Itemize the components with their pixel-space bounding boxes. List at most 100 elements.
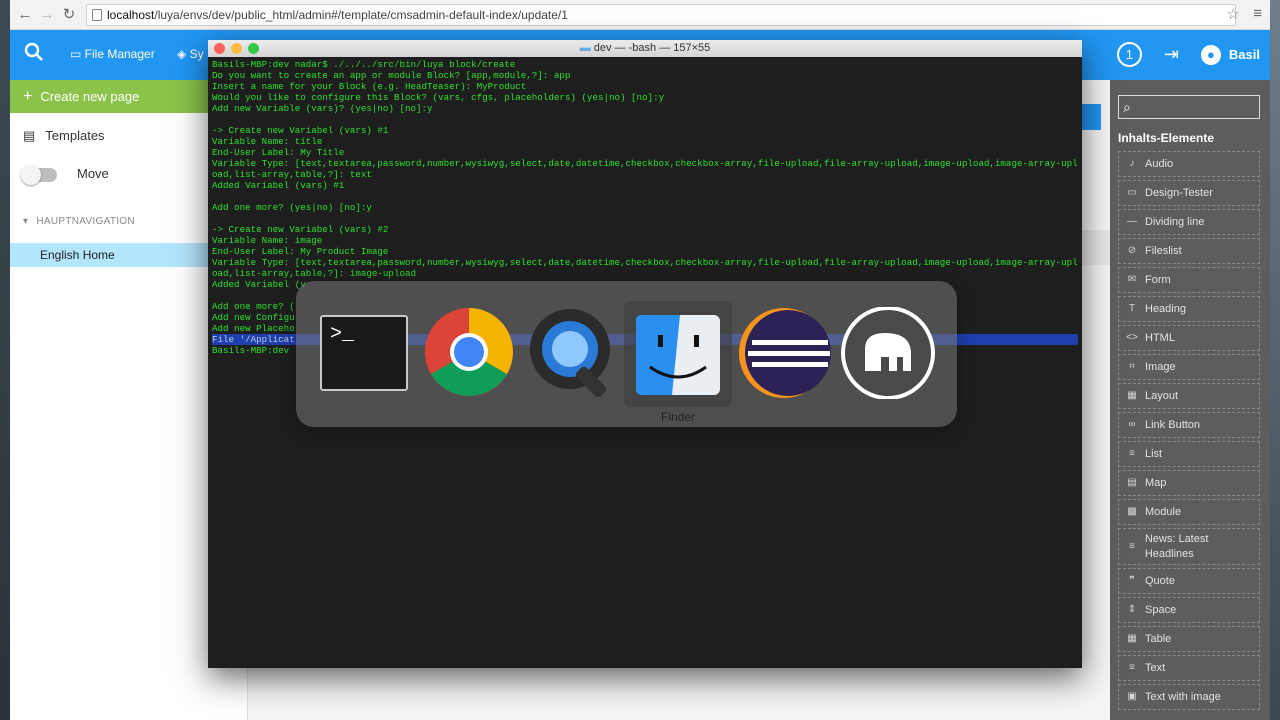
appbar-right: 1 ⇥ ● Basil bbox=[1116, 42, 1260, 67]
block-item[interactable]: ▦ Layout bbox=[1118, 383, 1260, 409]
zoom-button[interactable] bbox=[248, 43, 259, 54]
block-item[interactable]: ≡ Text bbox=[1118, 655, 1260, 681]
reload-icon[interactable]: ↻ bbox=[60, 6, 78, 24]
notification-badge[interactable]: 1 bbox=[1116, 42, 1142, 67]
browser-menu-icon[interactable]: ≡ bbox=[1253, 5, 1262, 22]
block-item[interactable]: ▩ Module bbox=[1118, 499, 1260, 525]
block-item[interactable]: ✉ Form bbox=[1118, 267, 1260, 293]
chrome-app-icon[interactable] bbox=[424, 307, 514, 397]
terminal-line: -> Create new Variabel (vars) #2 bbox=[212, 224, 389, 235]
blocks-title: Inhalts-Elemente bbox=[1118, 131, 1215, 145]
terminal-line: -> Create new Variabel (vars) #1 bbox=[212, 125, 389, 136]
block-item[interactable]: T Heading bbox=[1118, 296, 1260, 322]
file-manager-link[interactable]: ▭ File Manager bbox=[70, 47, 155, 61]
block-icon: ≡ bbox=[1129, 662, 1135, 673]
block-label: Text bbox=[1145, 662, 1166, 674]
user-menu[interactable]: ● Basil bbox=[1200, 44, 1260, 65]
block-label: Table bbox=[1145, 633, 1172, 645]
forward-arrow-icon[interactable]: → bbox=[38, 6, 56, 24]
block-item[interactable]: — Dividing line bbox=[1118, 209, 1260, 235]
app-switcher: >_ Finder bbox=[296, 281, 957, 427]
block-label: Layout bbox=[1145, 390, 1179, 402]
terminal-line: Basils-MBP:dev nadar$ ./../../src/bin/lu… bbox=[212, 59, 516, 70]
block-item[interactable]: ≡ List bbox=[1118, 441, 1260, 467]
block-item[interactable]: ∞ Link Button bbox=[1118, 412, 1260, 438]
block-item[interactable]: ♪ Audio bbox=[1118, 151, 1260, 177]
block-icon: ♪ bbox=[1129, 158, 1135, 169]
block-icon: ▣ bbox=[1127, 691, 1137, 702]
eclipse-app-icon[interactable] bbox=[734, 307, 832, 399]
bookmark-star-icon[interactable]: ☆ bbox=[1227, 5, 1240, 23]
terminal-line: Add new Variable (vars)? (yes|no) [no]:y bbox=[212, 103, 433, 114]
block-item[interactable]: ▦ Table bbox=[1118, 626, 1260, 652]
desktop-left-edge bbox=[0, 0, 10, 720]
search-icon: ⌕ bbox=[1123, 99, 1131, 115]
close-button[interactable] bbox=[214, 43, 225, 54]
block-label: Link Button bbox=[1145, 419, 1201, 431]
terminal-titlebar[interactable]: ▬ dev — -bash — 157×55 bbox=[208, 40, 1082, 57]
block-item[interactable]: ❞ Quote bbox=[1118, 568, 1260, 594]
block-item[interactable]: ▣ Text with image bbox=[1118, 684, 1260, 710]
block-label: Map bbox=[1145, 477, 1167, 489]
url-path: /luya/envs/dev/public_html/admin#/templa… bbox=[154, 8, 568, 22]
block-icon: ▦ bbox=[1127, 390, 1137, 401]
block-label: Audio bbox=[1145, 158, 1174, 170]
terminal-line: Variable Type: [text,textarea,password,n… bbox=[212, 158, 1078, 169]
chevron-down-icon: ▾ bbox=[23, 216, 29, 227]
url-host: localhost bbox=[107, 8, 155, 22]
page-icon bbox=[92, 9, 102, 21]
block-item[interactable]: ▤ Map bbox=[1118, 470, 1260, 496]
selected-app-label: Finder bbox=[660, 410, 695, 424]
block-item[interactable]: ⌗ Image bbox=[1118, 354, 1260, 380]
block-label: Quote bbox=[1145, 575, 1175, 587]
terminal-title: dev — -bash — 157×55 bbox=[593, 42, 711, 54]
avatar: ● bbox=[1200, 44, 1221, 65]
minimize-button[interactable] bbox=[231, 43, 242, 54]
block-icon: ▤ bbox=[1127, 477, 1137, 488]
folder-icon: ▭ bbox=[70, 47, 85, 61]
block-label: List bbox=[1145, 448, 1163, 460]
plus-icon: + bbox=[23, 88, 33, 105]
blocks-search-input[interactable]: ⌕ bbox=[1118, 95, 1260, 119]
system-link[interactable]: ◈ Sy bbox=[177, 47, 204, 61]
block-label: News: Latest Headlines bbox=[1144, 532, 1209, 560]
system-label: Sy bbox=[189, 47, 204, 61]
block-icon: T bbox=[1128, 303, 1136, 314]
browser-toolbar: ← → ↻ localhost/luya/envs/dev/public_htm… bbox=[10, 0, 1270, 30]
block-item[interactable]: ≡ News: Latest Headlines bbox=[1118, 528, 1260, 565]
move-toggle[interactable]: Move bbox=[21, 164, 109, 185]
search-icon[interactable] bbox=[24, 42, 44, 68]
finder-app-icon[interactable] bbox=[636, 315, 720, 395]
terminal-line: Variable Name: image bbox=[212, 235, 323, 246]
block-item[interactable]: <> HTML bbox=[1118, 325, 1260, 351]
templates-link[interactable]: ▤ Templates bbox=[23, 128, 105, 144]
block-icon: ✉ bbox=[1127, 274, 1137, 285]
terminal-line: Do you want to create an app or module B… bbox=[212, 70, 571, 81]
block-item[interactable]: ⊘ Fileslist bbox=[1118, 238, 1260, 264]
block-icon: ≡ bbox=[1128, 541, 1135, 552]
block-label: Fileslist bbox=[1145, 245, 1182, 257]
block-label: Module bbox=[1145, 506, 1182, 518]
block-label: Form bbox=[1145, 274, 1171, 286]
file-manager-label: File Manager bbox=[84, 47, 155, 61]
block-label: Heading bbox=[1145, 303, 1186, 315]
back-arrow-icon[interactable]: ← bbox=[16, 6, 34, 24]
templates-label: Templates bbox=[45, 128, 105, 143]
block-item[interactable]: ⇕ Space bbox=[1118, 597, 1260, 623]
block-icon: ⇕ bbox=[1127, 604, 1137, 615]
address-bar[interactable]: localhost/luya/envs/dev/public_html/admi… bbox=[86, 4, 1236, 26]
mamp-app-icon[interactable] bbox=[841, 307, 935, 399]
block-item[interactable]: ▭ Design-Tester bbox=[1118, 180, 1260, 206]
terminal-app-icon[interactable]: >_ bbox=[320, 315, 408, 391]
block-icon: ⊘ bbox=[1127, 245, 1137, 256]
toggle-switch[interactable] bbox=[21, 164, 57, 185]
block-icon: ▩ bbox=[1127, 506, 1137, 517]
block-icon: <> bbox=[1126, 332, 1138, 343]
logout-icon[interactable]: ⇥ bbox=[1164, 44, 1179, 65]
quicktime-app-icon[interactable] bbox=[528, 307, 618, 397]
nav-heading[interactable]: ▾ HAUPTNAVIGATION bbox=[23, 216, 135, 227]
folder-icon: ▬ bbox=[579, 42, 594, 54]
block-icon: ▭ bbox=[1127, 187, 1137, 198]
create-new-page-label: Create new page bbox=[40, 89, 140, 104]
